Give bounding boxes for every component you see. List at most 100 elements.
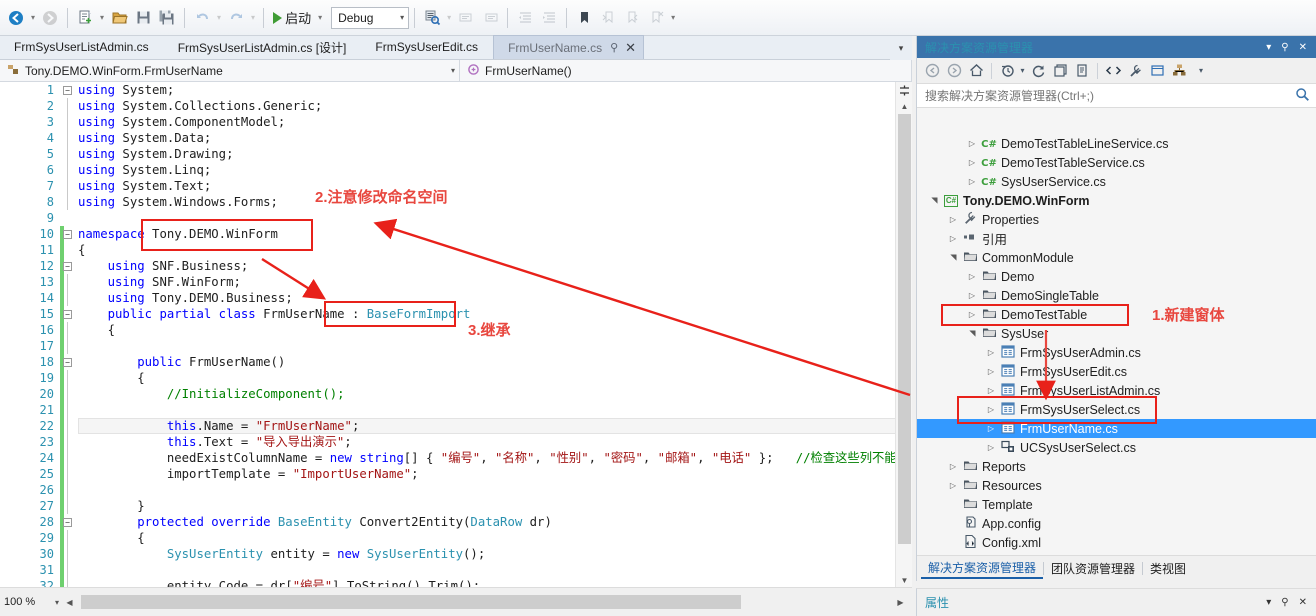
toolbar-overflow-icon[interactable]: ▾ [1190,60,1212,82]
properties-icon[interactable] [1124,60,1146,82]
solution-configuration-combo[interactable]: Debug ▾ [331,6,410,29]
close-icon[interactable]: ✕ [625,40,636,56]
document-tab-0[interactable]: FrmSysUserListAdmin.cs [0,35,164,59]
scroll-down-icon[interactable]: ▼ [896,573,912,587]
preview-selected-items-icon[interactable] [1146,60,1168,82]
code-line[interactable]: 30 SysUserEntity entity = new SysUserEnt… [0,546,912,562]
find-dropdown-icon[interactable]: ▾ [444,13,454,22]
view-code-icon[interactable] [1102,60,1124,82]
next-bookmark-icon[interactable] [620,5,644,31]
code-line[interactable]: 16 { [0,322,912,338]
chevron-down-icon[interactable]: ◢ [930,194,939,208]
tree-item-sysuserservice-cs[interactable]: ▷ C# SysUserService.cs [917,172,1316,191]
tab-team-explorer[interactable]: 团队资源管理器 [1044,559,1142,579]
tree-item-app-config[interactable]: App.config [917,514,1316,533]
bookmark-icon[interactable] [572,5,596,31]
chevron-right-icon[interactable]: ▷ [946,234,960,243]
navigate-back-icon[interactable] [4,5,28,31]
code-line[interactable]: 28− protected override BaseEntity Conver… [0,514,912,530]
solution-explorer-search[interactable] [917,84,1316,108]
redo-icon[interactable] [224,5,248,31]
code-line[interactable]: 2 using System.Collections.Generic; [0,98,912,114]
chevron-right-icon[interactable]: ▷ [946,462,960,471]
start-debug-button[interactable]: 启动 [269,5,315,31]
chevron-right-icon[interactable]: ▷ [965,139,979,148]
chevron-right-icon[interactable]: ▷ [984,424,998,433]
toolbar-overflow-icon[interactable]: ▾ [668,13,678,22]
chevron-down-icon[interactable]: ◢ [949,251,958,265]
tree-item-ucsysuserselect-cs[interactable]: ▷ UCSysUserSelect.cs [917,438,1316,457]
code-line[interactable]: 20 //InitializeComponent(); [0,386,912,402]
tree-item-demotesttableservice-cs[interactable]: ▷ C# DemoTestTableService.cs [917,153,1316,172]
chevron-right-icon[interactable]: ▷ [984,348,998,357]
solution-tree[interactable]: ▷ C# DemoTestTableLineService.cs ▷ C# DemoTes… [917,134,1316,555]
code-line[interactable]: 11 { [0,242,912,258]
code-line[interactable]: 9 [0,210,912,226]
fold-toggle-icon[interactable]: − [62,306,73,322]
tree-item-demosingletable[interactable]: ▷ DemoSingleTable [917,286,1316,305]
pin-icon[interactable]: ⚲ [1276,597,1293,608]
undo-icon[interactable] [190,5,214,31]
editor-vertical-scrollbar[interactable]: ▲ ▼ [895,82,912,587]
tree-item-frmsysuseradmin-cs[interactable]: ▷ FrmSysUserAdmin.cs [917,343,1316,362]
search-icon[interactable] [1295,87,1310,105]
code-line[interactable]: 10− namespace Tony.DEMO.WinForm [0,226,912,242]
fold-toggle-icon[interactable]: − [62,258,73,274]
fold-toggle-icon[interactable]: − [62,514,73,530]
tree-item-commonmodule[interactable]: ◢ CommonModule [917,248,1316,267]
start-debug-dropdown-icon[interactable]: ▾ [315,13,325,22]
refresh-icon[interactable] [1027,60,1049,82]
code-line[interactable]: 32 entity.Code = dr["编号"].ToString().Tri… [0,578,912,587]
code-line[interactable]: 7 using System.Text; [0,178,912,194]
code-line[interactable]: 25 importTemplate = "ImportUserName"; [0,466,912,482]
pin-icon[interactable]: ⚲ [1276,42,1293,53]
code-line[interactable]: 14 using Tony.DEMO.Business; [0,290,912,306]
code-editor[interactable]: 1− using System; 2 using System.Collections… [0,82,912,587]
tab-list-dropdown-icon[interactable]: ▾ [890,36,912,60]
search-input[interactable] [923,87,1295,104]
clear-bookmarks-icon[interactable] [644,5,668,31]
member-dropdown[interactable]: FrmUserName() [460,59,912,82]
code-line[interactable]: 13 using SNF.WinForm; [0,274,912,290]
fold-toggle-icon[interactable]: − [62,82,73,98]
new-item-icon[interactable] [73,5,97,31]
code-line[interactable]: 21 [0,402,912,418]
horizontal-scroll-track[interactable] [77,595,893,609]
document-tab-2[interactable]: FrmSysUserEdit.cs [361,35,493,59]
save-all-icon[interactable] [155,5,179,31]
chevron-right-icon[interactable]: ▷ [965,177,979,186]
indent-icon[interactable] [537,5,561,31]
code-text-area[interactable]: 1− using System; 2 using System.Collections… [0,82,912,587]
type-dropdown[interactable]: Tony.DEMO.WinForm.FrmUserName ▾ [0,59,460,82]
chevron-right-icon[interactable]: ▷ [946,481,960,490]
collapse-all-icon[interactable] [1049,60,1071,82]
show-all-files-icon[interactable] [1071,60,1093,82]
chevron-down-icon[interactable]: ▾ [1261,42,1276,53]
editor-horizontal-scrollbar[interactable]: ◀ ▶ [62,594,908,610]
open-file-icon[interactable] [107,5,131,31]
code-line[interactable]: 23 this.Text = "导入导出演示"; [0,434,912,450]
scroll-up-icon[interactable]: ▲ [896,99,912,113]
code-line[interactable]: 24 needExistColumnName = new string[] { … [0,450,912,466]
pin-icon[interactable]: ⚲ [610,41,618,54]
tree-item-template[interactable]: Template [917,495,1316,514]
document-tab-1[interactable]: FrmSysUserListAdmin.cs [设计] [164,35,362,59]
horizontal-scroll-thumb[interactable] [81,595,741,609]
redo-dropdown-icon[interactable]: ▾ [248,13,258,22]
chevron-right-icon[interactable]: ▷ [965,272,979,281]
code-line[interactable]: 15− public partial class FrmUserName : B… [0,306,912,322]
save-icon[interactable] [131,5,155,31]
comment-selection-icon[interactable] [454,5,478,31]
chevron-down-icon[interactable]: ◢ [968,327,977,341]
code-line[interactable]: 26 [0,482,912,498]
tree-item-sysuser[interactable]: ◢ SysUser [917,324,1316,343]
uncomment-selection-icon[interactable] [478,5,502,31]
previous-bookmark-icon[interactable] [596,5,620,31]
scroll-left-icon[interactable]: ◀ [62,598,77,607]
class-view-icon[interactable] [1168,60,1190,82]
chevron-right-icon[interactable]: ▷ [965,158,979,167]
code-line[interactable]: 4 using System.Data; [0,130,912,146]
close-icon[interactable]: ✕ [1294,42,1312,53]
tree-item-config-xml[interactable]: Config.xml [917,533,1316,552]
code-line[interactable]: 6 using System.Linq; [0,162,912,178]
